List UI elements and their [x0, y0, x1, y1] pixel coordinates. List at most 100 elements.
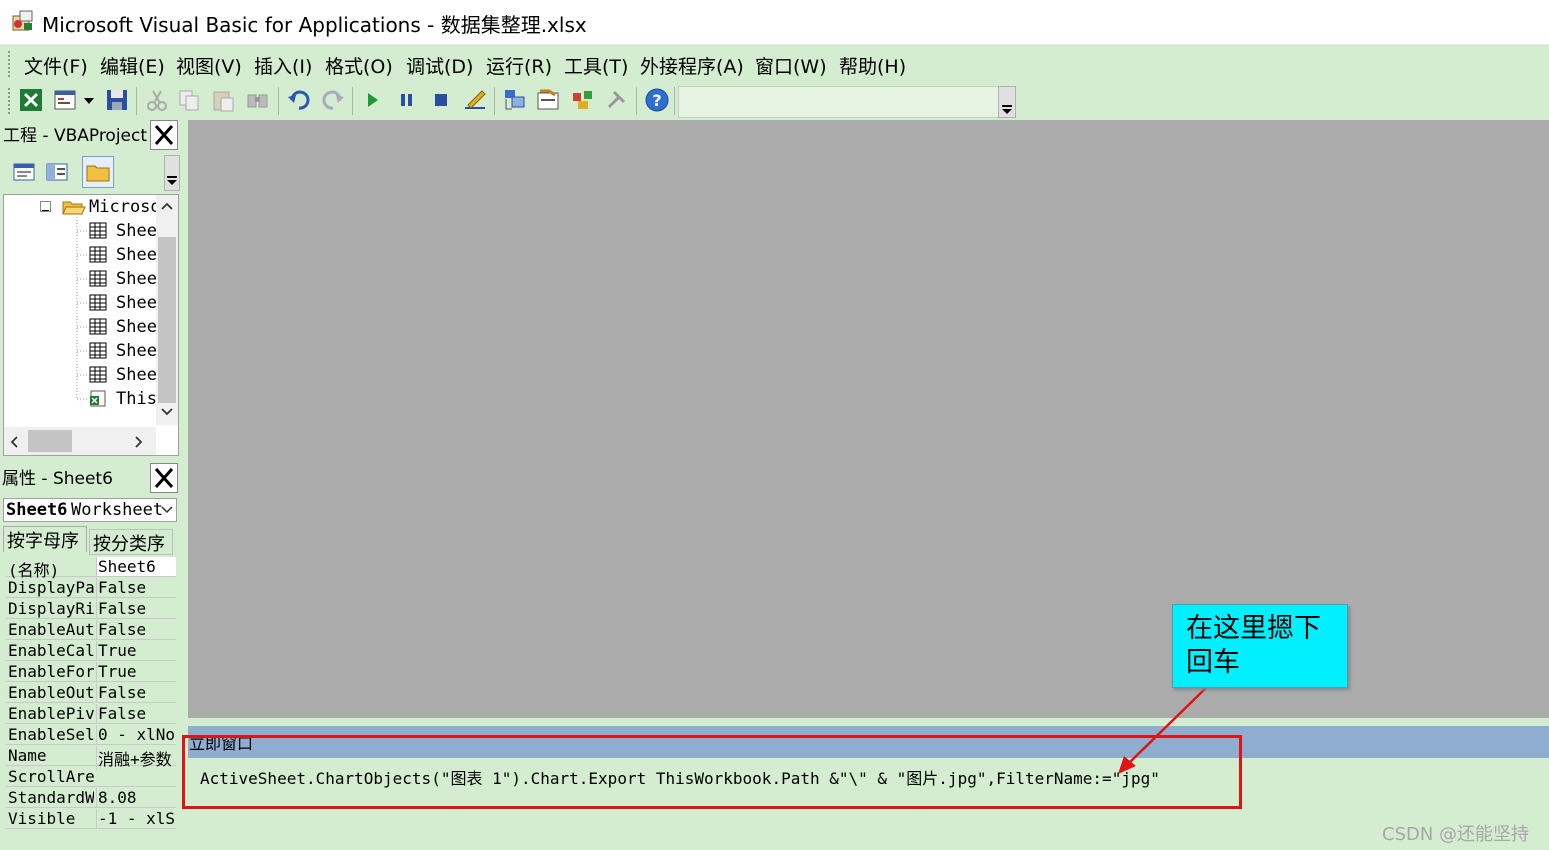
- cut-icon[interactable]: [144, 87, 170, 113]
- property-value[interactable]: False: [96, 683, 176, 702]
- properties-window-icon[interactable]: [535, 87, 561, 113]
- tree-item-root[interactable]: Microso: [89, 197, 161, 217]
- property-name: StandardWi: [8, 788, 94, 807]
- property-row[interactable]: DisplayPagFalse: [6, 577, 176, 598]
- tree-collapse-toggle[interactable]: [40, 201, 51, 212]
- property-row[interactable]: DisplayRigFalse: [6, 598, 176, 619]
- property-row[interactable]: ScrollArea: [6, 766, 176, 787]
- property-name: EnableAuto: [8, 620, 94, 639]
- property-row[interactable]: Name 消融+参数: [6, 745, 176, 770]
- menu-file[interactable]: 文件(F): [24, 52, 88, 79]
- property-row[interactable]: EnableSele0 - xlNoR: [6, 724, 176, 745]
- property-row[interactable]: EnableAutoFalse: [6, 619, 176, 640]
- menu-help[interactable]: 帮助(H): [839, 52, 906, 79]
- toolbar-combo-dropdown[interactable]: [998, 86, 1016, 118]
- toolbar-separator: [136, 87, 137, 115]
- menu-format[interactable]: 格式(O): [325, 52, 393, 79]
- menu-view[interactable]: 视图(V): [176, 52, 242, 79]
- properties-close-button[interactable]: [150, 463, 178, 493]
- object-name: Sheet6: [6, 500, 68, 520]
- project-explorer-title: 工程 - VBAProject: [3, 126, 148, 146]
- tree-item-thisworkbook[interactable]: This: [116, 389, 157, 409]
- property-row[interactable]: EnableOutlFalse: [6, 682, 176, 703]
- tree-item-sheet[interactable]: Shee: [116, 365, 157, 385]
- toolbox-icon[interactable]: [604, 87, 630, 113]
- toggle-folders-button[interactable]: [82, 156, 114, 188]
- property-name: EnableCalc: [8, 641, 94, 660]
- menu-tools[interactable]: 工具(T): [564, 52, 628, 79]
- project-toolbar-overflow[interactable]: [164, 155, 180, 191]
- property-row[interactable]: StandardWi8.08: [6, 787, 176, 808]
- menu-run[interactable]: 运行(R): [486, 52, 552, 79]
- property-row[interactable]: (名称) Sheet6: [6, 556, 176, 580]
- excel-icon[interactable]: [18, 87, 44, 113]
- property-value[interactable]: False: [96, 578, 176, 597]
- property-value[interactable]: 0 - xlNoR: [96, 725, 176, 744]
- svg-text:?: ?: [652, 91, 661, 110]
- window-title: Microsoft Visual Basic for Applications …: [42, 13, 587, 37]
- menu-insert[interactable]: 插入(I): [254, 52, 312, 79]
- scroll-left-icon[interactable]: [9, 435, 19, 449]
- menu-addins[interactable]: 外接程序(A): [640, 52, 744, 79]
- property-row[interactable]: EnableFormTrue: [6, 661, 176, 682]
- menu-edit[interactable]: 编辑(E): [100, 52, 165, 79]
- object-select[interactable]: Sheet6 Worksheet: [3, 498, 177, 522]
- tree-hscroll-thumb[interactable]: [28, 430, 72, 452]
- property-row[interactable]: Visible -1 - xlSh: [6, 808, 176, 829]
- tab-alphabetic[interactable]: 按字母序: [3, 526, 87, 552]
- tree-item-sheet[interactable]: Shee: [116, 221, 157, 241]
- scroll-up-icon[interactable]: [160, 201, 174, 211]
- tab-categorized[interactable]: 按分类序: [89, 529, 173, 555]
- paste-icon[interactable]: [210, 87, 236, 113]
- menu-debug[interactable]: 调试(D): [406, 52, 473, 79]
- help-icon[interactable]: ?: [644, 87, 670, 113]
- project-explorer-icon[interactable]: [502, 87, 528, 113]
- redo-icon[interactable]: [320, 87, 346, 113]
- tree-item-sheet[interactable]: Shee: [116, 293, 157, 313]
- dropdown-arrow-icon[interactable]: [80, 87, 98, 113]
- property-name: DisplayRig: [8, 599, 94, 618]
- insert-module-icon[interactable]: [52, 87, 78, 113]
- design-mode-icon[interactable]: [462, 87, 488, 113]
- save-icon[interactable]: [104, 87, 130, 113]
- run-icon[interactable]: [360, 87, 386, 113]
- undo-icon[interactable]: [286, 87, 312, 113]
- menu-window[interactable]: 窗口(W): [755, 52, 827, 79]
- object-browser-icon[interactable]: [570, 87, 596, 113]
- toolbar-grip[interactable]: [8, 88, 13, 114]
- tree-item-sheet[interactable]: Shee: [116, 245, 157, 265]
- property-row[interactable]: EnablePivoFalse: [6, 703, 176, 724]
- property-row[interactable]: EnableCalcTrue: [6, 640, 176, 661]
- menu-grip[interactable]: [8, 51, 13, 77]
- scroll-down-icon[interactable]: [160, 407, 174, 417]
- property-name: ScrollArea: [8, 767, 94, 786]
- view-code-icon[interactable]: [12, 161, 36, 183]
- property-name: EnableForm: [8, 662, 94, 681]
- reset-icon[interactable]: [428, 87, 454, 113]
- tree-item-sheet[interactable]: Shee: [116, 317, 157, 337]
- property-value[interactable]: False: [96, 599, 176, 618]
- scroll-right-icon[interactable]: [134, 435, 144, 449]
- toolbar-separator: [636, 87, 637, 115]
- property-value[interactable]: False: [96, 704, 176, 723]
- property-value[interactable]: False: [96, 620, 176, 639]
- tree-vscroll-thumb[interactable]: [158, 237, 176, 403]
- project-close-button[interactable]: [150, 120, 178, 150]
- tree-item-sheet[interactable]: Shee: [116, 269, 157, 289]
- tree-item-sheet[interactable]: Shee: [116, 341, 157, 361]
- chevron-down-icon[interactable]: [160, 505, 174, 515]
- property-value[interactable]: Sheet6: [96, 557, 176, 576]
- toolbar-combo[interactable]: [678, 86, 1000, 118]
- property-value[interactable]: -1 - xlSh: [96, 809, 176, 828]
- property-value[interactable]: True: [96, 641, 176, 660]
- tree-vertical-scrollbar[interactable]: [156, 195, 178, 425]
- property-value[interactable]: 8.08: [96, 788, 176, 807]
- find-icon[interactable]: [245, 87, 271, 113]
- property-value[interactable]: True: [96, 662, 176, 681]
- horizontal-splitter[interactable]: [188, 718, 1549, 726]
- view-object-icon[interactable]: [45, 161, 69, 183]
- copy-icon[interactable]: [176, 87, 202, 113]
- break-icon[interactable]: [394, 87, 420, 113]
- tree-horizontal-scrollbar[interactable]: [4, 427, 156, 455]
- toolbar-separator: [494, 87, 495, 115]
